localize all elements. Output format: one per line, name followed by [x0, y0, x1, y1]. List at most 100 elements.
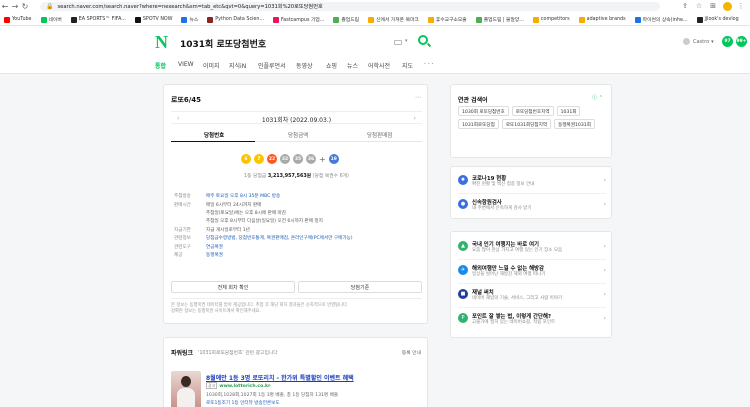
tab-10[interactable]: · · · — [424, 61, 434, 68]
bookmark-item[interactable]: 휴수교구소모줄 — [427, 16, 467, 23]
bookmark-label: 뉴스 — [189, 18, 199, 23]
ad-sitelinks[interactable]: 로또1등조기 1등 인터뷰 방송언론보도 — [206, 400, 280, 406]
profile-avatar[interactable] — [722, 1, 732, 11]
bookmark-item[interactable]: YouTube — [4, 16, 32, 23]
tab-8[interactable]: 어학사전 — [368, 61, 390, 70]
bookmark-item[interactable]: EA SPORTS™ FIFA... — [70, 16, 126, 23]
bookmark-label: 신에서 가져온 북마크 — [376, 18, 419, 23]
powerlink-card: 파워링크 '1031회로또당첨번호' 관련 광고입니다 등록 안내 8월에만 1… — [163, 337, 428, 407]
ad-headline[interactable]: 8월에만 1등 3명 로또리치 - 한가위 특별할인 이벤트 혜택 — [206, 373, 354, 382]
disclaimer-line-2: 정확한 정보는 동행복권 사이트에서 확인해주세요. — [171, 309, 261, 314]
chevron-right-icon: › — [603, 267, 606, 274]
lotto-info: 추첨방송 매주 토요일 오후 8시 35분 MBC 방송 판매시간 매일 6시부터 2… — [174, 192, 424, 259]
subtab-winning-stores[interactable]: 당첨판매점 — [367, 131, 392, 139]
right-item[interactable]: ✹ 코로나19 현황 확진 현황 및 백신 접종 정보 안내 › — [451, 170, 613, 194]
notification-badge[interactable]: 99+ — [736, 36, 747, 47]
menu-icon[interactable]: ⋮ — [736, 1, 746, 11]
plus-icon: + — [319, 154, 326, 164]
star-icon[interactable]: ☆ — [694, 1, 704, 11]
right-item[interactable]: ✈ 해외여행만 느낄 수 없는 해방감 일상을 벗어난 해방감 해외 여행 떠나기 › — [451, 260, 613, 284]
right-item[interactable]: ▲ 국내 인기 여행지는 바로 여기 요즘 많이 관심 가지고 여행 있는 인기 장… — [451, 236, 613, 260]
bookmark-item[interactable]: 신에서 가져온 북마크 — [368, 16, 419, 23]
bookmark-item[interactable]: 졸업드림 — [333, 16, 359, 23]
bookmark-label: 휴수교구소모줄 — [435, 18, 467, 23]
reload-icon[interactable]: ↻ — [20, 0, 30, 13]
winning-balls: 6 7 22 32 35 36 +19 — [241, 153, 342, 165]
ad-badge: 광고 — [206, 382, 218, 389]
share-icon[interactable]: ⇪ — [680, 1, 690, 11]
chevron-down-icon[interactable]: ▾ — [405, 38, 408, 44]
info-value[interactable]: 연금복권 — [206, 244, 223, 250]
info-icon[interactable]: ⓘ ⌃ — [592, 94, 603, 101]
account-name: Castro — [693, 38, 710, 45]
related-chip[interactable]: 로또1031회당첨지역 — [501, 119, 552, 129]
search-icon[interactable] — [418, 35, 428, 45]
keyboard-icon[interactable] — [394, 40, 402, 45]
info-value[interactable]: 당첨금수령방법, 당첨번호통계, 복권판매점, 온라인구매(PC에서만 구매가능… — [206, 235, 353, 241]
ad-url[interactable]: 광고 www.lottorich.co.kr — [206, 382, 270, 389]
bookmark-label: competitors — [540, 17, 570, 22]
bookmark-label: EA SPORTS™ FIFA... — [78, 17, 126, 22]
related-chip[interactable]: 1031회로또당첨 — [458, 119, 499, 129]
more-icon[interactable]: ⋯ — [415, 94, 421, 101]
tab-2[interactable]: 이미지 — [203, 61, 220, 70]
subtab-winning-numbers[interactable]: 당첨번호 — [204, 131, 224, 139]
bookmark-item[interactable]: 파이썬의 상속(inhe... — [634, 16, 688, 23]
extensions-icon[interactable]: ⊞ — [708, 1, 718, 11]
all-rounds-button[interactable]: 전체 회차 확인 — [171, 281, 295, 293]
bookmark-icon — [70, 16, 77, 23]
forward-icon[interactable]: → — [10, 0, 20, 13]
info-row: 판매시간 매일 6시부터 24시까지 판매 — [174, 200, 424, 208]
info-value[interactable]: 매주 토요일 오후 8시 35분 MBC 방송 — [206, 193, 280, 199]
ad-thumbnail[interactable] — [171, 371, 201, 407]
tab-9[interactable]: 지도 — [402, 61, 413, 70]
tab-1[interactable]: VIEW — [178, 61, 194, 68]
bookmark-item[interactable]: 네이버 — [40, 16, 62, 23]
ad-register-link[interactable]: 등록 안내 — [402, 349, 421, 356]
right-item[interactable]: ● 신속항원검사 내 주변에서 신속하게 검사 받기 › — [451, 194, 613, 218]
related-chip[interactable]: 로또당첨번호지역 — [511, 106, 554, 116]
tab-6[interactable]: 쇼핑 — [326, 61, 337, 70]
bookmark-item[interactable]: Python Data Scien... — [207, 16, 264, 23]
bookmark-item[interactable]: competitors — [532, 16, 570, 23]
tab-4[interactable]: 인플루언서 — [258, 61, 286, 70]
info-key: 관련도구 — [174, 244, 191, 250]
chevron-right-icon[interactable]: › — [414, 115, 416, 122]
related-chip[interactable]: 1030회 로또당첨번호 — [458, 106, 509, 116]
naver-logo[interactable]: N — [155, 32, 168, 53]
bookmark-item[interactable]: 졸업드림 | 불알양... — [475, 16, 524, 23]
tab-0[interactable]: 통합 — [155, 61, 166, 70]
address-bar[interactable]: 🔒 search.naver.com/search.naver?where=ne… — [40, 2, 660, 11]
disclaimer: 본 정보는 동행복권 데이터를 받아 제공합니다. 추첨 후 해당 회차 결과들… — [171, 298, 422, 315]
tab-5[interactable]: 동영상 — [296, 61, 313, 70]
bookmark-icon — [696, 16, 703, 23]
related-chip[interactable]: 1031회 — [556, 106, 581, 116]
round-label[interactable]: 1031회차 (2022.09.03.) — [171, 115, 422, 124]
info-row: 제공 동행복권 — [174, 251, 424, 259]
tab-3[interactable]: 지식iN — [229, 61, 246, 70]
lotto-ball: 22 — [267, 154, 277, 164]
related-chip[interactable]: 동행복권1031회 — [554, 119, 595, 129]
bookmark-item[interactable]: jjlook's devlog — [696, 16, 739, 23]
info-value[interactable]: 동행복권 — [206, 252, 223, 258]
bookmarks-bar: YouTube 네이버 EA SPORTS™ FIFA... SPOTV NOW 뉴스 P… — [0, 14, 750, 25]
bookmark-item[interactable]: Fastcampus 기업... — [272, 16, 324, 23]
subtab-prize-amount[interactable]: 당첨금액 — [288, 131, 308, 139]
right-item-desc: 네이버 재널의 기술, 서비스, 그리고 사람 이야기 — [472, 296, 563, 301]
bookmark-icon — [181, 16, 188, 23]
bookmark-item[interactable]: 뉴스 — [181, 16, 198, 23]
bookmark-item[interactable]: SPOTV NOW — [134, 16, 172, 23]
tab-7[interactable]: 뉴스 — [347, 61, 358, 70]
lotto-card: 로또6/45 ⋯ ‹ 1031회차 (2022.09.03.) › 당첨번호 당… — [163, 84, 428, 324]
criteria-button[interactable]: 당첨기준 — [298, 281, 422, 293]
mail-badge[interactable]: 97 — [722, 36, 733, 47]
back-icon[interactable]: ← — [0, 0, 10, 13]
bookmark-icon — [532, 16, 539, 23]
right-item[interactable]: ■ 재널 써치 네이버 재널의 기술, 서비스, 그리고 사람 이야기 › — [451, 284, 613, 308]
account-menu[interactable]: Castro ▾ — [683, 38, 714, 45]
related-searches-card: 연관 검색어 ⓘ ⌃ 1030회 로또당첨번호 로또당첨번호지역 1031회 1031… — [450, 84, 612, 158]
search-input[interactable]: 1031회 로또당첨번호 — [180, 37, 266, 50]
bookmark-item[interactable]: adaptive brands — [578, 16, 626, 23]
bookmark-label: jjlook's devlog — [704, 17, 739, 22]
right-item[interactable]: P 포인트 잘 쌓는 법, 이렇게 간단해? 고물가에 필히 있는 네이버쇼핑, 적… — [451, 308, 613, 332]
